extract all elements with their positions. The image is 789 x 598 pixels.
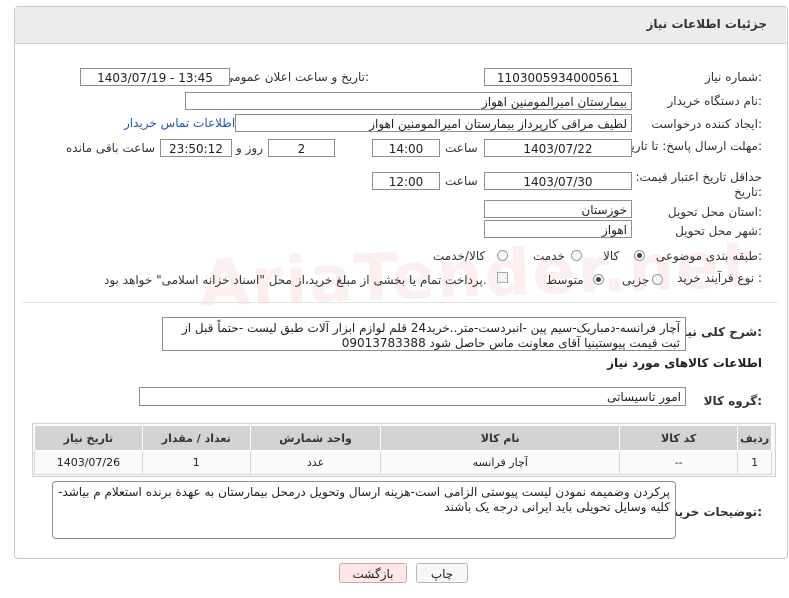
goods-group-label: گروه کالا: [703, 394, 762, 408]
process-minor-label: جزیی [622, 273, 650, 287]
category-service-label: خدمت [533, 249, 565, 263]
deadline-label: مهلت ارسال پاسخ: تا تاریخ: [623, 139, 762, 153]
treasury-payment-checkbox[interactable] [497, 272, 508, 283]
goods-group-field: امور تاسیساتی [139, 387, 686, 406]
category-label: طبقه بندی موضوعی: [655, 249, 762, 263]
cell-row: 1 [737, 450, 772, 475]
announce-field: 1403/07/19 - 13:45 [80, 68, 230, 86]
deadline-time-field: 14:00 [372, 139, 440, 157]
back-button[interactable]: بازگشت [339, 563, 407, 583]
category-both-radio[interactable] [497, 250, 508, 261]
cell-qty: 1 [141, 450, 251, 475]
buyer-org-label: نام دستگاه خریدار: [667, 94, 763, 108]
process-label: نوع فرآیند خرید : [677, 271, 762, 285]
page-title: جزئیات اطلاعات نیاز [646, 17, 767, 31]
province-field: خوزستان [484, 200, 632, 218]
description-textarea: آچار فرانسه-دمباریک-سیم پین -انبردست-متر… [162, 317, 686, 351]
validity-time-field: 12:00 [372, 172, 440, 190]
cell-unit: عدد [249, 450, 382, 475]
need-number-field: 1103005934000561 [484, 68, 632, 86]
col-header-name: نام کالا [380, 425, 621, 451]
province-label: استان محل تحویل: [667, 205, 762, 219]
table-row: 1 -- آچار فرانسه عدد 1 1403/07/26 [34, 450, 772, 475]
city-label: شهر محل تحویل: [675, 224, 762, 238]
validity-time-label: ساعت [445, 174, 478, 188]
treasury-payment-note: پرداخت تمام یا بخشی از مبلغ خرید،از محل … [104, 273, 487, 287]
remaining-time-field: 23:50:12 [160, 139, 232, 157]
deadline-time-label: ساعت [445, 141, 478, 155]
process-medium-label: متوسط [546, 273, 584, 287]
process-minor-radio[interactable] [652, 274, 663, 285]
cell-name: آچار فرانسه [380, 450, 621, 475]
remaining-label: ساعت باقی مانده [66, 141, 156, 155]
category-both-label: کالا/خدمت [433, 249, 486, 263]
cell-date: 1403/07/26 [34, 450, 143, 475]
col-header-row: ردیف [737, 425, 772, 451]
items-table: ردیف کد کالا نام کالا واحد شمارش تعداد /… [34, 425, 772, 475]
buyer-notes-textarea: پرکردن وضمیمه نمودن لیست پیوستی الزامی ا… [52, 481, 676, 539]
requester-field: لطیف مراقی کارپرداز بیمارستان امیرالمومن… [235, 114, 632, 132]
requester-label: ایجاد کننده درخواست: [651, 117, 762, 131]
days-field: 2 [268, 139, 335, 157]
col-header-date: تاریخ نیاز [34, 425, 143, 451]
need-number-label: شماره نیاز: [704, 70, 762, 84]
days-label: روز و [236, 141, 263, 155]
goods-section-title: اطلاعات کالاهای مورد نیاز [607, 356, 762, 370]
col-header-qty: تعداد / مقدار [141, 425, 251, 451]
process-medium-radio[interactable] [593, 274, 604, 285]
description-label: شرح کلی نیاز: [676, 325, 762, 339]
buyer-org-field: بیمارستان امیرالمومنین اهواز [185, 92, 632, 110]
print-button[interactable]: چاپ [416, 563, 468, 583]
cell-code: -- [619, 450, 739, 475]
col-header-unit: واحد شمارش [249, 425, 382, 451]
divider [22, 302, 778, 303]
deadline-date-field: 1403/07/22 [484, 139, 632, 157]
category-goods-radio[interactable] [634, 250, 645, 261]
contact-info-link[interactable]: اطلاعات تماس خریدار [124, 116, 235, 130]
city-field: اهواز [484, 220, 632, 238]
col-header-code: کد کالا [619, 425, 739, 451]
category-goods-label: کالا [603, 249, 620, 263]
validity-date-field: 1403/07/30 [484, 172, 632, 190]
announce-label: تاریخ و ساعت اعلان عمومی: [224, 70, 369, 84]
category-service-radio[interactable] [571, 250, 582, 261]
